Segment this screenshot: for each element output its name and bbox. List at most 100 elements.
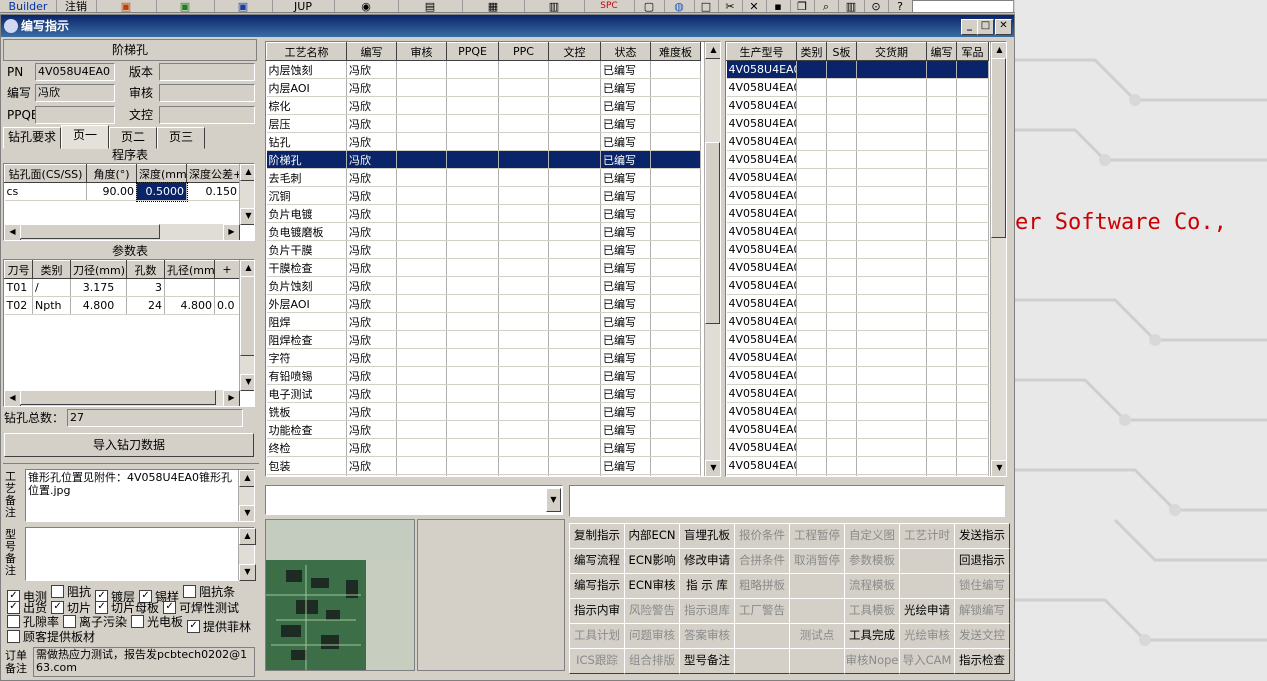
- model-list-header[interactable]: 生产型号: [726, 42, 797, 61]
- process-list-cell[interactable]: [548, 114, 601, 133]
- table-row[interactable]: 沉铜 冯欣 已编写: [266, 186, 701, 205]
- attachment-combo[interactable]: ▼: [265, 485, 563, 515]
- process-list-cell[interactable]: 干膜检查: [266, 258, 347, 277]
- table-row[interactable]: 阻焊 冯欣 已编写: [266, 312, 701, 331]
- process-note-textarea[interactable]: 锥形孔位置见附件：4V058U4EA0锥形孔位置.jpg ▲ ▼: [25, 469, 255, 522]
- table-row[interactable]: T01 / 3.175 3: [4, 278, 240, 297]
- param-cell[interactable]: Npth: [32, 296, 71, 315]
- action-button[interactable]: 指示内审: [569, 598, 625, 624]
- process-list-cell[interactable]: [650, 186, 701, 205]
- model-list-cell[interactable]: [956, 384, 989, 403]
- model-list-cell[interactable]: [856, 114, 927, 133]
- process-list-cell[interactable]: [396, 276, 447, 295]
- action-button[interactable]: 编写流程: [569, 548, 625, 574]
- model-list-cell[interactable]: 4V058U4EA0: [726, 348, 797, 367]
- table-row[interactable]: 4V058U4EA0: [726, 420, 989, 439]
- tab-page-two[interactable]: 页二: [109, 127, 157, 149]
- model-list-cell[interactable]: [856, 294, 927, 313]
- process-list-cell[interactable]: 已编写: [600, 240, 651, 259]
- process-list-cell[interactable]: [396, 204, 447, 223]
- param-header-hole-diameter[interactable]: 孔径(mm): [164, 260, 215, 279]
- action-button[interactable]: 修改申请: [679, 548, 735, 574]
- process-list-cell[interactable]: 已编写: [600, 186, 651, 205]
- process-list-cell[interactable]: [650, 276, 701, 295]
- model-list-cell[interactable]: [956, 474, 989, 476]
- cut-icon[interactable]: ✂: [718, 0, 743, 12]
- builder-button[interactable]: Builder: [0, 0, 57, 12]
- process-list-cell[interactable]: 冯欣: [346, 348, 397, 367]
- delete-icon[interactable]: ✕: [742, 0, 767, 12]
- param-cell[interactable]: 3: [126, 278, 165, 297]
- action-button[interactable]: 指示退库: [679, 598, 735, 624]
- model-list-cell[interactable]: [956, 222, 989, 241]
- process-list-cell[interactable]: 阶梯孔: [266, 150, 347, 169]
- process-list-cell[interactable]: [498, 294, 549, 313]
- action-button[interactable]: 工厂警告: [734, 598, 790, 624]
- table-row[interactable]: 4V058U4EA0: [726, 366, 989, 385]
- model-list-cell[interactable]: [796, 312, 827, 331]
- model-list-cell[interactable]: 4V058U4EA0: [726, 438, 797, 457]
- action-button[interactable]: 报价条件: [734, 523, 790, 549]
- process-list-cell[interactable]: [650, 150, 701, 169]
- process-list-cell[interactable]: [446, 330, 499, 349]
- process-list-cell[interactable]: 已编写: [600, 96, 651, 115]
- model-list-cell[interactable]: [796, 78, 827, 97]
- model-list-cell[interactable]: [856, 474, 927, 476]
- process-list-cell[interactable]: 冯欣: [346, 222, 397, 241]
- model-list-cell[interactable]: [796, 474, 827, 476]
- process-list-cell[interactable]: [446, 294, 499, 313]
- process-list-cell[interactable]: 冯欣: [346, 474, 397, 476]
- table-row[interactable]: 4V058U4EA0: [726, 60, 989, 79]
- ppqe-field[interactable]: [35, 106, 115, 124]
- table-row[interactable]: 内层蚀刻 冯欣 已编写: [266, 60, 701, 79]
- checkbox-empty-icon[interactable]: [63, 615, 77, 628]
- model-list-cell[interactable]: [856, 168, 927, 187]
- process-list-cell[interactable]: [498, 438, 549, 457]
- action-button[interactable]: ECN影响: [624, 548, 680, 574]
- table-row[interactable]: 4V058U4EA0: [726, 474, 989, 476]
- process-list-cell[interactable]: 有铅喷锡: [266, 366, 347, 385]
- process-list-cell[interactable]: [498, 474, 549, 476]
- process-list-cell[interactable]: [650, 420, 701, 439]
- process-list-cell[interactable]: [498, 276, 549, 295]
- model-list-cell[interactable]: [796, 186, 827, 205]
- process-list-cell[interactable]: 已编写: [600, 276, 651, 295]
- model-list-cell[interactable]: [956, 240, 989, 259]
- process-list-cell[interactable]: 冯欣: [346, 420, 397, 439]
- vscroll-thumb[interactable]: [991, 58, 1006, 238]
- process-list-cell[interactable]: 棕化: [266, 96, 347, 115]
- checkbox-empty-icon[interactable]: [7, 630, 20, 643]
- scroll-up-icon[interactable]: ▲: [991, 42, 1006, 59]
- process-list-cell[interactable]: [548, 456, 601, 475]
- print-icon[interactable]: ▥: [838, 0, 865, 12]
- action-button[interactable]: [734, 623, 790, 649]
- program-hscroll[interactable]: ◀ ▶: [4, 224, 240, 240]
- process-list-cell[interactable]: [446, 78, 499, 97]
- action-button[interactable]: 盲埋孔板: [679, 523, 735, 549]
- process-list-header[interactable]: 文控: [548, 42, 601, 61]
- note-vscroll[interactable]: ▲ ▼: [238, 528, 256, 581]
- action-button[interactable]: 导入CAM: [899, 648, 955, 674]
- param-cell[interactable]: T01: [4, 278, 33, 297]
- model-list-cell[interactable]: [956, 204, 989, 223]
- process-list-header[interactable]: 审核: [396, 42, 447, 61]
- model-list-cell[interactable]: [856, 276, 927, 295]
- table-row[interactable]: 4V058U4EA0: [726, 96, 989, 115]
- process-list-cell[interactable]: [650, 312, 701, 331]
- process-list-cell[interactable]: [446, 96, 499, 115]
- new-icon[interactable]: □: [694, 0, 719, 12]
- process-list-cell[interactable]: [396, 330, 447, 349]
- model-list-cell[interactable]: [856, 420, 927, 439]
- hscroll-thumb[interactable]: [20, 224, 160, 239]
- process-list-cell[interactable]: 冯欣: [346, 96, 397, 115]
- scroll-right-icon[interactable]: ▶: [223, 390, 240, 406]
- table-row[interactable]: 4V058U4EA0: [726, 276, 989, 295]
- process-list-cell[interactable]: [498, 258, 549, 277]
- model-list-cell[interactable]: 4V058U4EA0: [726, 114, 797, 133]
- process-list-cell[interactable]: [446, 366, 499, 385]
- process-list-cell[interactable]: [396, 78, 447, 97]
- vscroll-thumb[interactable]: [240, 276, 254, 356]
- process-list-cell[interactable]: [548, 276, 601, 295]
- action-button[interactable]: 发送文控: [954, 623, 1010, 649]
- model-list-cell[interactable]: 4V058U4EA0: [726, 78, 797, 97]
